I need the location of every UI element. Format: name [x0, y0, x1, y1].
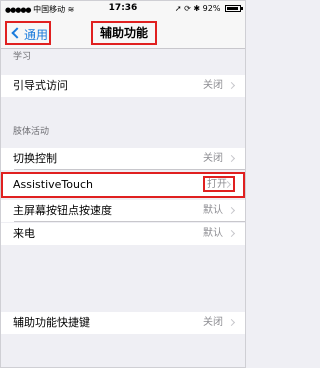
chevron-right-icon: [227, 81, 236, 90]
back-button-label: 通用: [24, 28, 49, 42]
row-label: 来电: [13, 227, 35, 240]
row-incoming-calls[interactable]: 来电 默认: [1, 223, 245, 245]
row-guided-access[interactable]: 引导式访问 关闭: [1, 75, 245, 97]
rotation-lock-icon: ⟳: [184, 4, 191, 13]
status-right: ➚ ⟳ ✱ 92%: [174, 4, 243, 13]
bluetooth-icon: ✱: [193, 4, 201, 13]
back-button[interactable]: 通用: [5, 21, 51, 45]
battery-percent: 92%: [202, 4, 221, 13]
row-value: 默认: [203, 228, 223, 239]
page-title: 辅助功能: [91, 21, 157, 45]
section-header-learning: 学习: [13, 52, 32, 62]
battery-icon: [225, 5, 243, 12]
row-value: 关闭: [203, 80, 223, 91]
row-label: 引导式访问: [13, 79, 68, 92]
chevron-right-icon: [227, 154, 236, 163]
row-separator: [14, 221, 245, 222]
location-icon: ➚: [174, 4, 182, 13]
row-switch-control[interactable]: 切换控制 关闭: [1, 148, 245, 170]
row-label: AssistiveTouch: [13, 178, 93, 191]
row-separator: [14, 169, 245, 170]
row-accessibility-shortcut[interactable]: 辅助功能快捷键 关闭: [1, 312, 245, 334]
status-bar: ●●●●● 中国移动 ≋ 17:36 ➚ ⟳ ✱ 92%: [1, 1, 245, 17]
row-assistivetouch[interactable]: AssistiveTouch 打开: [1, 172, 245, 198]
navigation-bar: 通用 辅助功能: [1, 17, 245, 49]
assistivetouch-value-box: 打开: [203, 176, 235, 192]
row-home-click-speed[interactable]: 主屏幕按钮点按速度 默认: [1, 200, 245, 222]
row-label: 切换控制: [13, 152, 57, 165]
row-value: 关闭: [203, 153, 223, 164]
battery-fill: [227, 7, 238, 10]
chevron-right-icon: [227, 206, 236, 215]
row-label: 辅助功能快捷键: [13, 316, 90, 329]
row-label: 主屏幕按钮点按速度: [13, 204, 112, 217]
row-value: 默认: [203, 205, 223, 216]
chevron-right-icon: [227, 318, 236, 327]
section-header-interaction: 肢体活动: [13, 127, 50, 137]
chevron-right-icon: [227, 229, 236, 238]
row-value: 关闭: [203, 317, 223, 328]
chevron-left-icon: [11, 27, 23, 39]
